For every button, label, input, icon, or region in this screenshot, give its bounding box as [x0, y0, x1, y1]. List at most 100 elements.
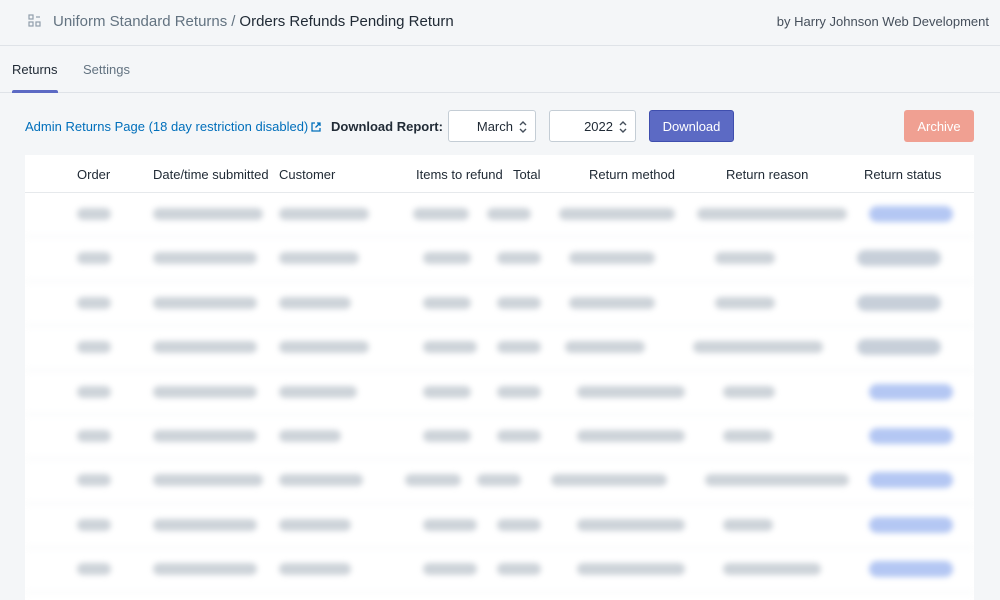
status-badge — [857, 294, 941, 311]
table-cell — [497, 385, 541, 398]
column-date-submitted: Date/time submitted — [153, 167, 269, 182]
table-cell — [423, 296, 471, 309]
table-row[interactable] — [25, 504, 974, 549]
table-cell — [279, 518, 351, 531]
column-order: Order — [77, 167, 111, 182]
download-button[interactable]: Download — [649, 110, 734, 142]
table-header: Order Date/time submitted Customer Items… — [25, 155, 974, 193]
developer-byline: by Harry Johnson Web Development — [776, 14, 989, 29]
table-cell — [77, 341, 111, 354]
table-row[interactable] — [25, 326, 974, 371]
status-badge — [857, 339, 941, 356]
tab-returns[interactable]: Returns — [12, 47, 58, 93]
table-cell — [723, 429, 773, 442]
table-cell — [577, 429, 685, 442]
table-cell — [423, 385, 471, 398]
table-cell — [723, 385, 775, 398]
table-cell — [497, 429, 541, 442]
table-row[interactable] — [25, 237, 974, 282]
breadcrumb: Uniform Standard Returns / Orders Refunds … — [53, 13, 454, 30]
status-badge — [869, 472, 953, 489]
month-select[interactable]: March — [448, 110, 536, 142]
table-cell — [497, 563, 541, 576]
table-cell — [497, 341, 541, 354]
table-cell — [153, 252, 257, 265]
table-cell — [423, 341, 477, 354]
table-row[interactable] — [25, 371, 974, 415]
table-cell — [477, 474, 521, 487]
year-select[interactable]: 2022 — [549, 110, 636, 142]
status-badge — [869, 383, 953, 400]
table-cell — [569, 252, 655, 265]
table-cell — [565, 341, 645, 354]
tab-settings[interactable]: Settings — [83, 47, 130, 93]
table-cell — [153, 296, 257, 309]
chevron-updown-icon — [619, 121, 627, 133]
table-cell — [153, 474, 263, 487]
table-cell — [723, 563, 821, 576]
table-cell — [279, 208, 369, 220]
table-cell — [279, 474, 363, 487]
table-row[interactable] — [25, 548, 974, 593]
table-cell — [153, 385, 257, 398]
column-customer: Customer — [279, 167, 336, 182]
table-cell — [77, 429, 111, 442]
toolbar: Admin Returns Page (18 day restriction d… — [0, 110, 1000, 142]
download-report-label: Download Report: — [331, 119, 443, 134]
column-return-reason: Return reason — [726, 167, 809, 182]
grid-icon — [28, 14, 41, 27]
table-cell — [423, 518, 477, 531]
table-cell — [559, 208, 675, 220]
table-row[interactable] — [25, 282, 974, 327]
table-cell — [77, 563, 111, 576]
table-cell — [153, 563, 257, 576]
table-cell — [577, 385, 685, 398]
table-cell — [551, 474, 667, 487]
table-cell — [279, 252, 359, 265]
status-badge — [869, 427, 953, 444]
year-value: 2022 — [584, 118, 613, 134]
external-link-icon — [311, 122, 321, 132]
table-cell — [497, 296, 541, 309]
page-title: Orders Refunds Pending Return — [239, 13, 454, 30]
table-row[interactable] — [25, 415, 974, 460]
admin-returns-link-label: Admin Returns Page (18 day restriction d… — [25, 119, 309, 134]
table-cell — [423, 429, 471, 442]
table-cell — [77, 252, 111, 265]
table-cell — [77, 296, 111, 309]
table-body — [25, 193, 974, 593]
tab-bar: Returns Settings — [0, 47, 1000, 93]
table-cell — [693, 341, 823, 354]
table-cell — [279, 385, 357, 398]
status-badge — [869, 206, 953, 222]
app-name[interactable]: Uniform Standard Returns — [53, 13, 227, 30]
column-return-method: Return method — [589, 167, 675, 182]
table-cell — [487, 208, 531, 220]
table-row[interactable] — [25, 193, 974, 238]
table-cell — [413, 208, 469, 220]
column-total: Total — [513, 167, 541, 182]
returns-table: Order Date/time submitted Customer Items… — [25, 155, 974, 600]
breadcrumb-separator: / — [231, 13, 236, 30]
table-cell — [569, 296, 655, 309]
admin-returns-link[interactable]: Admin Returns Page (18 day restriction d… — [25, 119, 321, 134]
table-cell — [723, 518, 773, 531]
table-cell — [423, 252, 471, 265]
column-items-to-refund: Items to refund — [416, 167, 503, 182]
status-badge — [869, 516, 953, 533]
archive-button[interactable]: Archive — [904, 110, 974, 142]
status-badge — [869, 561, 953, 578]
table-cell — [279, 341, 369, 354]
table-cell — [715, 296, 775, 309]
table-cell — [77, 518, 111, 531]
column-return-status: Return status — [864, 167, 942, 182]
table-cell — [153, 208, 263, 220]
status-badge — [857, 250, 941, 267]
table-cell — [77, 208, 111, 220]
table-cell — [423, 563, 477, 576]
month-value: March — [476, 118, 513, 134]
table-row[interactable] — [25, 459, 974, 504]
table-cell — [577, 518, 685, 531]
table-cell — [279, 429, 341, 442]
table-cell — [77, 474, 111, 487]
